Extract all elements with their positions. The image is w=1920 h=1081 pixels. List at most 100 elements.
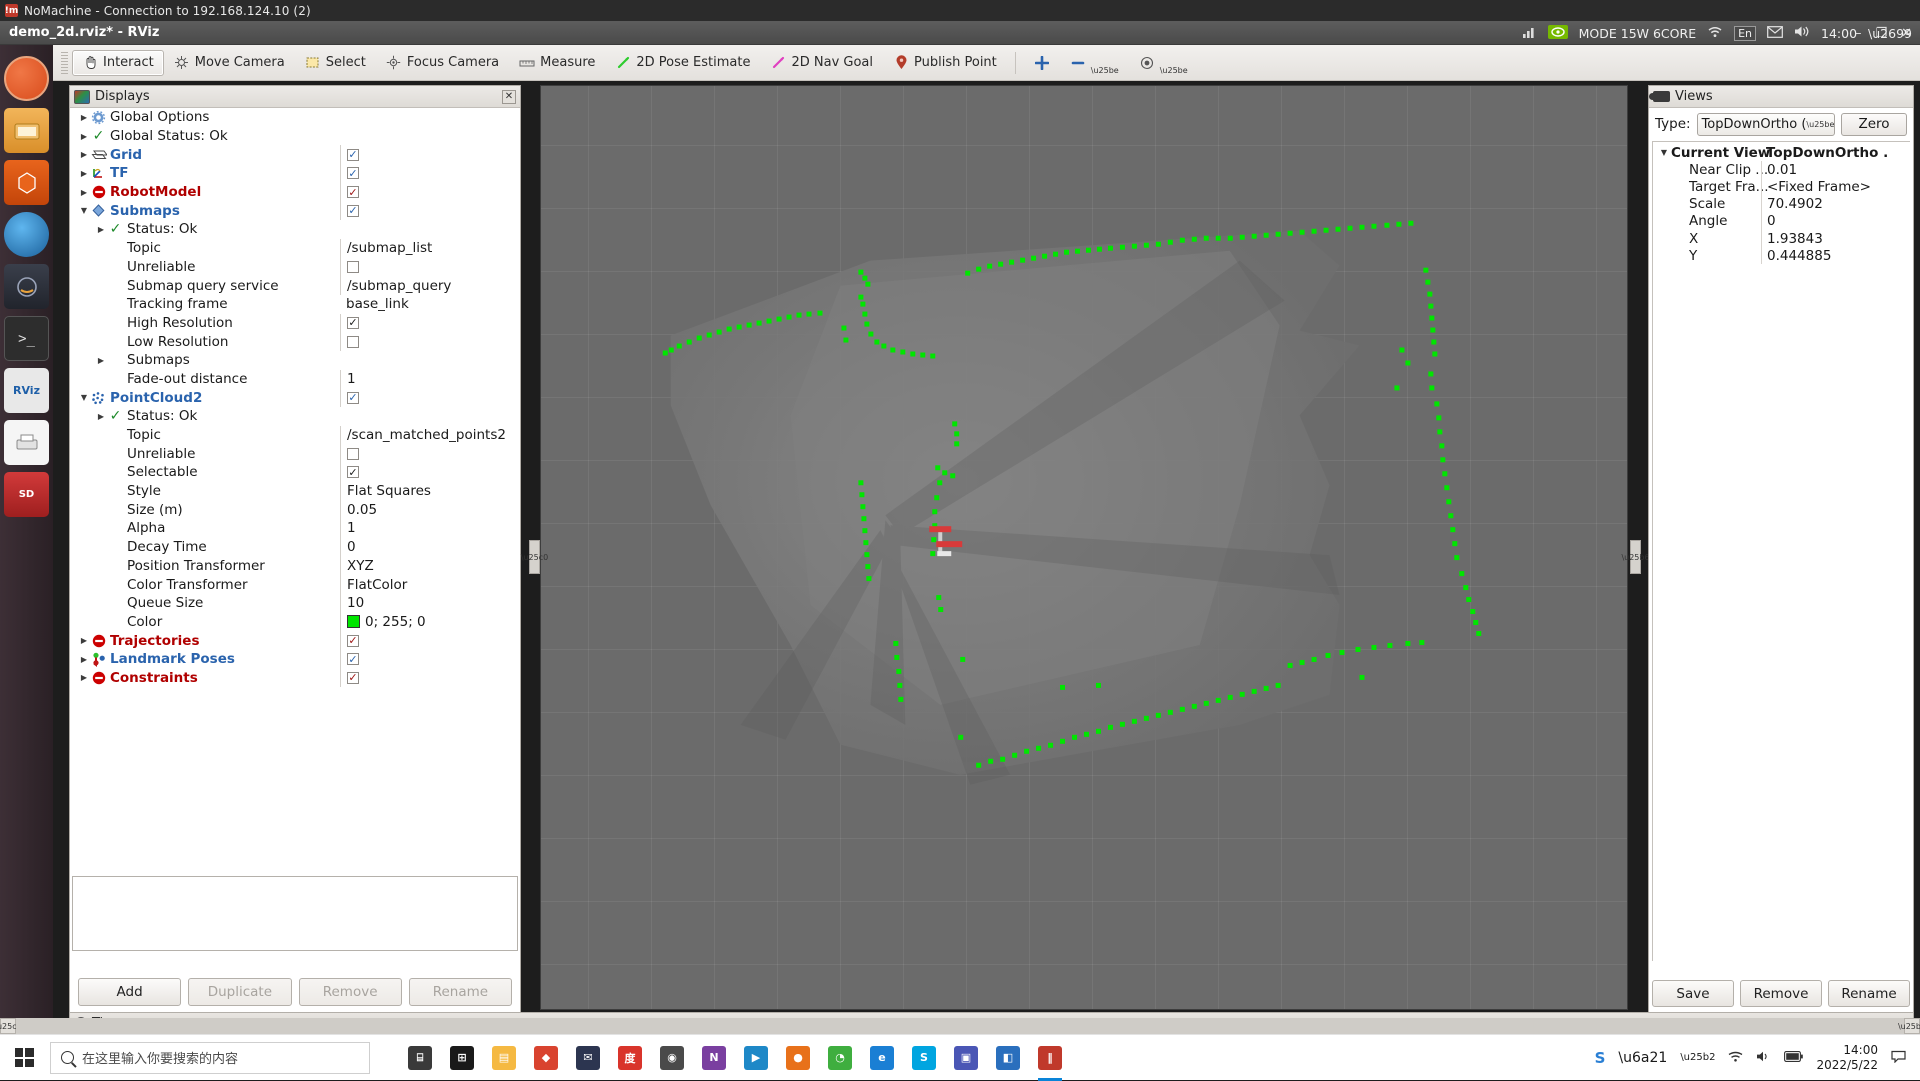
chevron-right-icon[interactable]: ▶	[78, 672, 90, 684]
display-tree-row[interactable]: ▶Landmark Poses✓	[70, 650, 520, 669]
display-tree-row[interactable]: Topic/scan_matched_points2	[70, 426, 520, 445]
chevron-right-icon[interactable]: ▶	[95, 410, 107, 422]
display-row-value[interactable]	[340, 332, 359, 351]
display-tree-row[interactable]: ▶Trajectories✓	[70, 631, 520, 650]
display-tree-row[interactable]: ▶RobotModel✓	[70, 183, 520, 202]
horizontal-scrollbar[interactable]: \u25c0 \u25b6	[0, 1018, 1920, 1034]
chevron-down-icon[interactable]: ▼	[1657, 148, 1671, 157]
video-app-icon[interactable]: ▶	[736, 1035, 776, 1081]
taskbar-clock[interactable]: 14:00 2022/5/22	[1816, 1043, 1878, 1073]
nvidia-icon[interactable]	[1548, 25, 1568, 42]
notification-icon[interactable]	[1891, 1050, 1906, 1066]
chevron-right-icon[interactable]: ▶	[78, 186, 90, 198]
views-save-button[interactable]: Save	[1652, 980, 1734, 1007]
tool-camera-capture[interactable]: \u25be	[1129, 50, 1198, 76]
display-tree-row[interactable]: Tracking framebase_link	[70, 295, 520, 314]
tray-clock[interactable]: 14:00	[1821, 26, 1857, 41]
views-row-value[interactable]: <Fixed Frame>	[1761, 178, 1871, 195]
display-row-value[interactable]: /submap_list	[340, 239, 432, 258]
keyboard-layout-icon[interactable]: En	[1734, 26, 1756, 41]
display-row-value[interactable]: XYZ	[340, 557, 374, 576]
views-row-value[interactable]: 70.4902	[1761, 196, 1823, 213]
scrollbar-track[interactable]	[16, 1018, 1904, 1034]
duplicate-display-button[interactable]: Duplicate	[188, 978, 291, 1006]
tool-add-panel[interactable]	[1024, 50, 1060, 76]
display-tree-row[interactable]: Queue Size10	[70, 594, 520, 613]
launcher-amazon-icon[interactable]	[4, 264, 49, 309]
display-row-value[interactable]: ✓	[340, 669, 359, 688]
wifi-icon[interactable]	[1707, 25, 1723, 41]
launcher-printer-icon[interactable]	[4, 420, 49, 465]
display-row-value[interactable]	[340, 444, 359, 463]
views-row-value[interactable]: TopDownOrtho .	[1761, 144, 1888, 161]
chevron-right-icon[interactable]: ▶	[95, 354, 107, 366]
display-row-value[interactable]: ✓	[340, 145, 359, 164]
tool-select[interactable]: Select	[295, 50, 376, 76]
start-button[interactable]	[0, 1035, 48, 1081]
camera-app-icon[interactable]: ◉	[652, 1035, 692, 1081]
views-tree-row[interactable]: ▼Current ViewTopDownOrtho .	[1653, 144, 1910, 161]
display-row-value[interactable]: /submap_query	[340, 276, 451, 295]
display-row-value[interactable]	[340, 258, 359, 277]
display-row-checkbox[interactable]: ✓	[347, 167, 359, 179]
display-tree-row[interactable]: ▶✓Global Status: Ok	[70, 127, 520, 146]
display-row-value[interactable]: 1	[340, 519, 356, 538]
display-row-value[interactable]: 0; 255; 0	[340, 613, 426, 632]
display-tree-row[interactable]: ▶Submaps	[70, 351, 520, 370]
display-tree-row[interactable]: ▼PointCloud2✓	[70, 388, 520, 407]
views-zero-button[interactable]: Zero	[1841, 113, 1907, 136]
display-tree-row[interactable]: Color0; 255; 0	[70, 613, 520, 632]
add-display-button[interactable]: Add	[78, 978, 181, 1006]
display-tree-row[interactable]: Color TransformerFlatColor	[70, 575, 520, 594]
scroll-right-icon[interactable]: \u25b6	[1904, 1018, 1920, 1034]
display-tree-row[interactable]: Fade-out distance1	[70, 370, 520, 389]
display-tree-row[interactable]: StyleFlat Squares	[70, 482, 520, 501]
views-property-tree[interactable]: ▼Current ViewTopDownOrtho .Near Clip ...…	[1652, 141, 1910, 961]
chevron-down-icon[interactable]: ▼	[78, 205, 90, 217]
display-tree-row[interactable]: ▶✓Status: Ok	[70, 407, 520, 426]
display-row-checkbox[interactable]	[347, 448, 359, 460]
teams-app-icon[interactable]: ▣	[946, 1035, 986, 1081]
taskbar-search-box[interactable]: 在这里输入你要搜索的内容	[50, 1042, 370, 1074]
display-row-value[interactable]: 10	[340, 594, 364, 613]
display-tree-row[interactable]: Alpha1	[70, 519, 520, 538]
display-row-value[interactable]: 1	[340, 370, 356, 389]
onenote-app-icon[interactable]: N	[694, 1035, 734, 1081]
chevron-right-icon[interactable]: ▶	[78, 653, 90, 665]
chevron-down-icon[interactable]: ▼	[78, 392, 90, 404]
tool-measure[interactable]: Measure	[509, 50, 605, 76]
tool-2d-pose-estimate[interactable]: 2D Pose Estimate	[605, 50, 760, 76]
file-explorer-icon[interactable]: ▤	[484, 1035, 524, 1081]
launcher-software-icon[interactable]	[4, 160, 49, 205]
display-row-checkbox[interactable]	[347, 261, 359, 273]
chevron-right-icon[interactable]: ▶	[78, 111, 90, 123]
scroll-left-icon[interactable]: \u25c0	[0, 1018, 16, 1034]
display-row-value[interactable]: 0	[340, 538, 356, 557]
launcher-sdcard-icon[interactable]: SD	[4, 472, 49, 517]
views-remove-button[interactable]: Remove	[1740, 980, 1822, 1007]
signal-icon[interactable]	[1522, 25, 1537, 42]
network-icon[interactable]	[1728, 1050, 1743, 1066]
display-row-value[interactable]: ✓	[340, 183, 359, 202]
views-row-value[interactable]: 0.01	[1761, 161, 1797, 178]
display-row-checkbox[interactable]: ✓	[347, 317, 359, 329]
chevron-right-icon[interactable]: ▶	[78, 130, 90, 142]
tool-remove-panel[interactable]: \u25be	[1060, 50, 1129, 76]
display-row-value[interactable]: Flat Squares	[340, 482, 431, 501]
display-row-value[interactable]: /scan_matched_points2	[340, 426, 506, 445]
chevron-right-icon[interactable]: ▶	[78, 635, 90, 647]
views-row-value[interactable]: 0	[1761, 213, 1776, 230]
rviz-3d-viewport[interactable]	[540, 85, 1628, 1010]
microsoft-store-icon[interactable]: ⊞	[442, 1035, 482, 1081]
edge-app-icon[interactable]: e	[862, 1035, 902, 1081]
views-row-value[interactable]: 1.93843	[1761, 230, 1823, 247]
tool-focus-camera[interactable]: Focus Camera	[376, 50, 509, 76]
views-rename-button[interactable]: Rename	[1828, 980, 1910, 1007]
display-row-checkbox[interactable]: ✓	[347, 653, 359, 665]
display-row-value[interactable]: FlatColor	[340, 575, 407, 594]
nomachine-app-icon[interactable]: ‖	[1030, 1035, 1070, 1081]
display-row-checkbox[interactable]: ✓	[347, 392, 359, 404]
display-row-value[interactable]: ✓	[340, 650, 359, 669]
views-tree-row[interactable]: X1.93843	[1653, 230, 1910, 247]
display-tree-row[interactable]: Topic/submap_list	[70, 239, 520, 258]
